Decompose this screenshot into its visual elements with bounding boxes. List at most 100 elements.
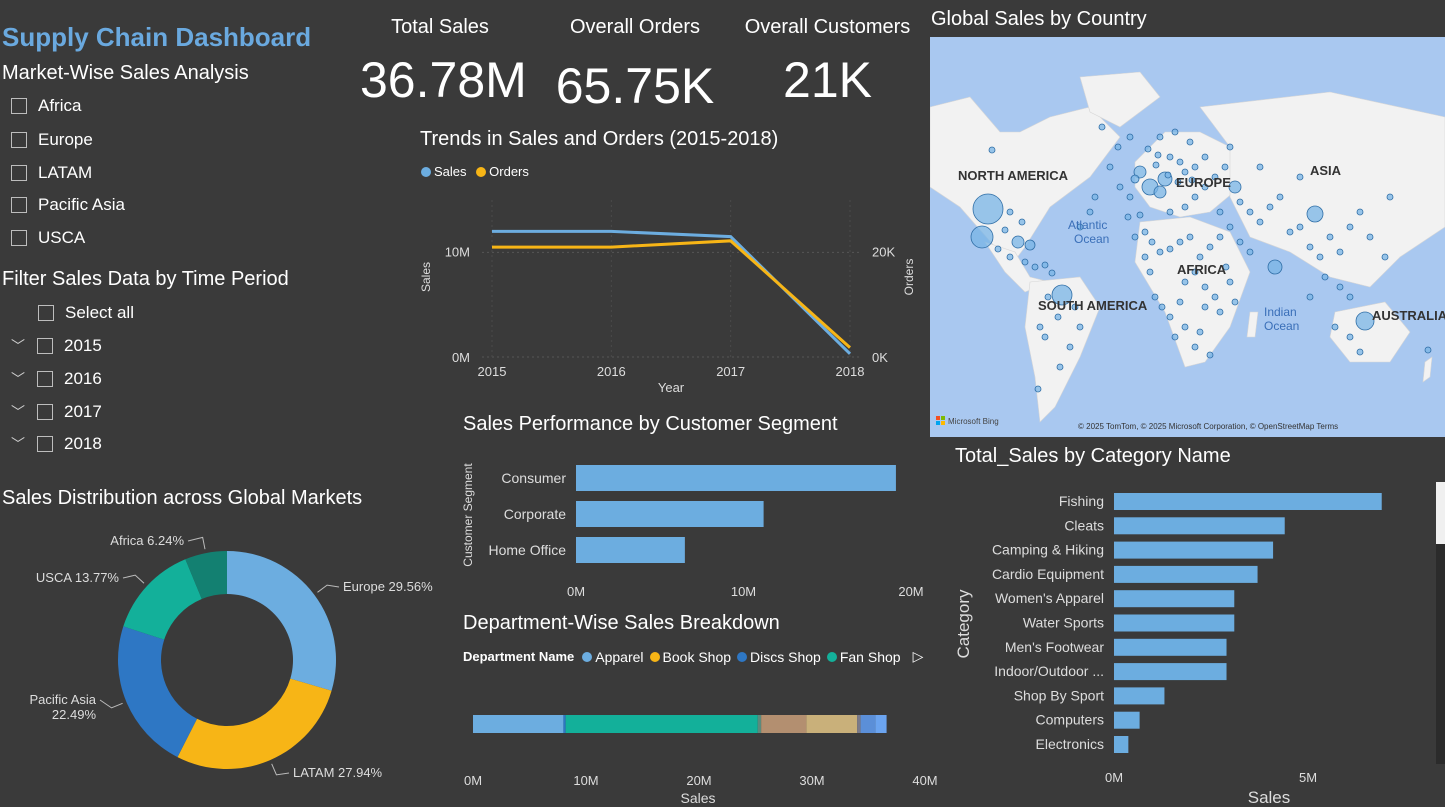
map-bubble[interactable] [1316,253,1324,261]
map-bubble[interactable] [1114,143,1122,151]
checkbox[interactable] [11,98,27,114]
legend-item-discs-shop[interactable]: Discs Shop [737,649,821,665]
map-bubble[interactable] [1286,228,1294,236]
map-bubble[interactable] [1158,303,1166,311]
legend-item-orders[interactable]: Orders [476,164,529,179]
bar[interactable] [1114,736,1129,753]
map-bubble[interactable] [1181,278,1189,286]
map-bubble[interactable] [1196,253,1204,261]
donut-slice-pacific-asia[interactable] [117,626,198,758]
market-option-europe[interactable]: Europe [11,130,93,150]
checkbox[interactable] [37,404,53,420]
map-bubble[interactable] [1136,211,1144,219]
checkbox[interactable] [37,338,53,354]
map-bubble[interactable] [1211,293,1219,301]
map-bubble[interactable] [970,225,994,249]
map-bubble[interactable] [1144,145,1152,153]
map-bubble[interactable] [1166,313,1174,321]
bar[interactable] [1114,565,1258,583]
map-bubble[interactable] [1276,193,1284,201]
donut-chart[interactable]: Europe 29.56% LATAM 27.94% Pacific Asia 22.… [0,515,450,807]
checkbox[interactable] [11,230,27,246]
map-bubble[interactable] [1266,203,1274,211]
world-map[interactable]: NORTH AMERICA SOUTH AMERICA EUROPE AFRIC… [930,37,1445,437]
map-bubble[interactable] [988,146,996,154]
map-bubble[interactable] [1156,133,1164,141]
bar[interactable] [1114,663,1227,681]
map-bubble[interactable] [1181,203,1189,211]
map-bubble[interactable] [1176,238,1184,246]
map-bubble[interactable] [1151,293,1159,301]
legend-item-sales[interactable]: Sales [421,164,467,179]
map-bubble[interactable] [1130,174,1140,184]
map-bubble[interactable] [1336,283,1344,291]
year-option-2018[interactable]: ﹀ 2018 [11,434,102,454]
donut-slice-latam[interactable] [177,678,332,769]
map-bubble[interactable] [1141,228,1149,236]
map-bubble[interactable] [1018,218,1026,226]
map-bubble[interactable] [1196,328,1204,336]
stacked-bar-segment[interactable] [473,715,564,733]
map-bubble[interactable] [1166,153,1174,161]
map-bubble[interactable] [1206,243,1214,251]
map-bubble[interactable] [1181,323,1189,331]
stacked-bar-segment[interactable] [565,715,758,733]
segment-chart[interactable]: Consumer Corporate Home Office 0M 10M 20M Cust… [455,445,935,605]
map-bubble[interactable] [1164,171,1172,179]
map-bubble[interactable] [1148,238,1156,246]
map-bubble[interactable] [1191,193,1199,201]
map-bubble[interactable] [994,245,1002,253]
map-bubble[interactable] [1221,163,1229,171]
map-bubble[interactable] [1154,151,1162,159]
scrollbar-thumb[interactable] [1436,482,1445,544]
scrollbar-track[interactable] [1436,544,1445,764]
map-bubble[interactable] [1153,185,1167,199]
map-bubble[interactable] [1191,163,1199,171]
map-bubble[interactable] [1011,235,1025,249]
map-bubble[interactable] [1116,183,1124,191]
map-bubble[interactable] [1246,208,1254,216]
checkbox[interactable] [37,371,53,387]
map-bubble[interactable] [1176,298,1184,306]
map-bubble[interactable] [1171,128,1179,136]
map-bubble[interactable] [1386,193,1394,201]
chevron-down-icon[interactable]: ﹀ [11,336,25,356]
legend-next-arrow-icon[interactable]: ▷ [913,648,924,665]
map-bubble[interactable] [972,193,1004,225]
bar[interactable] [1114,590,1235,608]
bar[interactable] [1114,541,1274,559]
map-bubble[interactable] [1006,208,1014,216]
map-bubble[interactable] [1236,238,1244,246]
stacked-bar-segment[interactable] [860,715,876,733]
chevron-down-icon[interactable]: ﹀ [11,369,25,389]
bar[interactable] [1114,493,1382,510]
market-option-africa[interactable]: Africa [11,96,81,116]
map-bubble[interactable] [1171,333,1179,341]
bar[interactable] [576,501,764,527]
map-bubble[interactable] [1236,198,1244,206]
bar[interactable] [1114,638,1227,656]
bar[interactable] [576,537,685,563]
bar[interactable] [1114,614,1235,632]
map-bubble[interactable] [1296,173,1304,181]
stacked-bar-segment[interactable] [806,715,858,733]
map-bubble[interactable] [1054,313,1062,321]
map-bubble[interactable] [1424,346,1432,354]
donut-slice-usca[interactable] [123,559,202,640]
checkbox[interactable] [37,436,53,452]
map-bubble[interactable] [1226,278,1234,286]
map-bubble[interactable] [1048,269,1056,277]
map-bubble[interactable] [1024,239,1036,251]
map-bubble[interactable] [1216,308,1224,316]
map-bubble[interactable] [1321,273,1329,281]
map-bubble[interactable] [1131,233,1139,241]
map-bubble[interactable] [1306,293,1314,301]
map-bubble[interactable] [1346,223,1354,231]
map-bubble[interactable] [1226,223,1234,231]
map-bubble[interactable] [1066,343,1074,351]
map-bubble[interactable] [1036,323,1044,331]
checkbox[interactable] [11,165,27,181]
map-bubble[interactable] [1326,233,1334,241]
map-bubble[interactable] [1206,351,1214,359]
bar[interactable] [1114,687,1165,705]
